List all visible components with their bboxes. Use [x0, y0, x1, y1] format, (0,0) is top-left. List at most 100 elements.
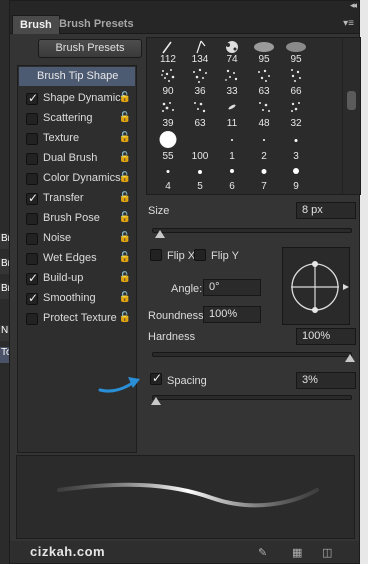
option-dual-brush[interactable]: Dual Brush 🔓 [18, 149, 136, 169]
tab-brush-presets[interactable]: Brush Presets [52, 15, 141, 34]
option-checkbox[interactable] [26, 191, 38, 205]
option-protect-texture[interactable]: Protect Texture 🔓 [18, 309, 136, 329]
brush-tip[interactable] [185, 130, 215, 150]
option-label: Build-up [43, 272, 84, 284]
option-brush-tip-shape[interactable]: Brush Tip Shape [19, 67, 135, 86]
brush-tip-size: 33 [226, 86, 238, 97]
roundness-field[interactable]: 100% [203, 306, 261, 323]
brush-tip[interactable] [281, 66, 311, 84]
angle-roundness-widget[interactable] [282, 247, 350, 325]
option-checkbox[interactable] [26, 153, 38, 165]
brush-tip-size: 1 [229, 151, 235, 162]
hardness-slider-handle[interactable] [345, 354, 355, 362]
hardness-field[interactable]: 100% [296, 328, 356, 345]
brush-tip[interactable] [153, 98, 183, 116]
brush-tip[interactable] [217, 164, 247, 180]
brush-tip[interactable] [249, 164, 279, 180]
brush-tip[interactable] [281, 164, 311, 180]
brush-tip[interactable] [185, 98, 215, 116]
panel-menu-icon[interactable]: ▾≡ [343, 18, 354, 29]
brush-tip-size: 9 [293, 181, 299, 192]
lock-icon[interactable]: 🔓 [119, 252, 131, 263]
option-checkbox[interactable] [26, 133, 38, 145]
lock-icon[interactable]: 🔓 [119, 192, 131, 203]
size-slider-handle[interactable] [154, 230, 165, 238]
lock-icon[interactable]: 🔓 [119, 272, 131, 283]
flip-y-checkbox[interactable] [194, 249, 206, 261]
brush-tip-size: 5 [197, 181, 203, 192]
lock-icon[interactable]: 🔓 [119, 212, 131, 223]
option-label: Transfer [43, 192, 84, 204]
brush-tip[interactable] [249, 66, 279, 84]
new-brush-icon[interactable]: ◫ [322, 546, 332, 559]
option-wet-edges[interactable]: Wet Edges 🔓 [18, 249, 136, 269]
option-brush-pose[interactable]: Brush Pose 🔓 [18, 209, 136, 229]
brush-tip[interactable] [249, 130, 279, 150]
angle-field[interactable]: 0° [203, 279, 261, 296]
spacing-field[interactable]: 3% [296, 372, 356, 389]
option-checkbox[interactable] [26, 253, 38, 265]
lock-icon[interactable]: 🔓 [119, 152, 131, 163]
brush-tip[interactable] [249, 98, 279, 116]
brush-tip[interactable] [185, 40, 215, 54]
collapse-icon[interactable]: ◂◂ [350, 0, 357, 11]
option-noise[interactable]: Noise 🔓 [18, 229, 136, 249]
size-label: Size [148, 205, 170, 217]
brush-tip[interactable] [281, 98, 311, 116]
brush-tip[interactable] [281, 40, 311, 54]
option-checkbox[interactable] [26, 91, 38, 105]
option-checkbox[interactable] [26, 291, 38, 305]
brush-tip[interactable] [217, 98, 247, 116]
option-shape-dynamics[interactable]: Shape Dynamics🔓 [18, 89, 136, 109]
lock-icon[interactable]: 🔓 [119, 312, 131, 323]
flip-x-checkbox[interactable] [150, 249, 162, 261]
lock-icon[interactable]: 🔓 [119, 132, 131, 143]
brush-tip[interactable] [281, 130, 311, 150]
toggle-live-tip-icon[interactable]: ✎ [258, 546, 267, 559]
brush-tip[interactable] [217, 66, 247, 84]
brush-tip[interactable] [153, 130, 183, 150]
brush-tip[interactable] [153, 66, 183, 84]
lock-icon[interactable]: 🔓 [119, 172, 131, 183]
tips-scrollbar[interactable] [342, 38, 360, 194]
spacing-checkbox[interactable] [150, 371, 162, 385]
annotation-arrow-icon [98, 377, 140, 393]
option-label: Scattering [43, 112, 93, 124]
option-label: Brush Pose [43, 212, 100, 224]
scrollbar-thumb[interactable] [347, 91, 356, 110]
option-texture[interactable]: Texture 🔓 [18, 129, 136, 149]
brush-presets-button[interactable]: Brush Presets [38, 39, 142, 58]
option-smoothing[interactable]: Smoothing 🔓 [18, 289, 136, 309]
option-build-up[interactable]: Build-up 🔓 [18, 269, 136, 289]
option-color-dynamics[interactable]: Color Dynamics 🔓 [18, 169, 136, 189]
brush-tip[interactable] [249, 40, 279, 54]
brush-tip[interactable] [217, 40, 247, 54]
watermark-text: cizkah.com [30, 544, 106, 559]
lock-icon[interactable]: 🔓 [119, 232, 131, 243]
lock-icon[interactable]: 🔓 [119, 92, 131, 103]
lock-icon[interactable]: 🔓 [119, 292, 131, 303]
option-transfer[interactable]: Transfer 🔓 [18, 189, 136, 209]
brush-tip[interactable] [185, 164, 215, 180]
brush-tip-size: 74 [226, 54, 238, 65]
size-slider[interactable] [152, 228, 352, 233]
spacing-slider-handle[interactable] [151, 397, 161, 405]
option-checkbox[interactable] [26, 113, 38, 125]
option-checkbox[interactable] [26, 271, 38, 285]
brush-tip[interactable] [153, 40, 183, 54]
option-checkbox[interactable] [26, 313, 38, 325]
hardness-slider[interactable] [152, 352, 352, 357]
option-checkbox[interactable] [26, 213, 38, 225]
brush-stroke-preview [16, 455, 355, 539]
brush-tip[interactable] [217, 130, 247, 150]
option-checkbox[interactable] [26, 173, 38, 185]
option-scattering[interactable]: Scattering 🔓 [18, 109, 136, 129]
lock-icon[interactable]: 🔓 [119, 112, 131, 123]
size-field[interactable]: 8 px [296, 202, 356, 219]
brush-tip-size: 2 [261, 151, 267, 162]
option-checkbox[interactable] [26, 233, 38, 245]
grid-icon[interactable]: ▦ [292, 546, 302, 559]
brush-tip[interactable] [185, 66, 215, 84]
spacing-slider[interactable] [152, 395, 352, 400]
brush-tip[interactable] [153, 164, 183, 180]
